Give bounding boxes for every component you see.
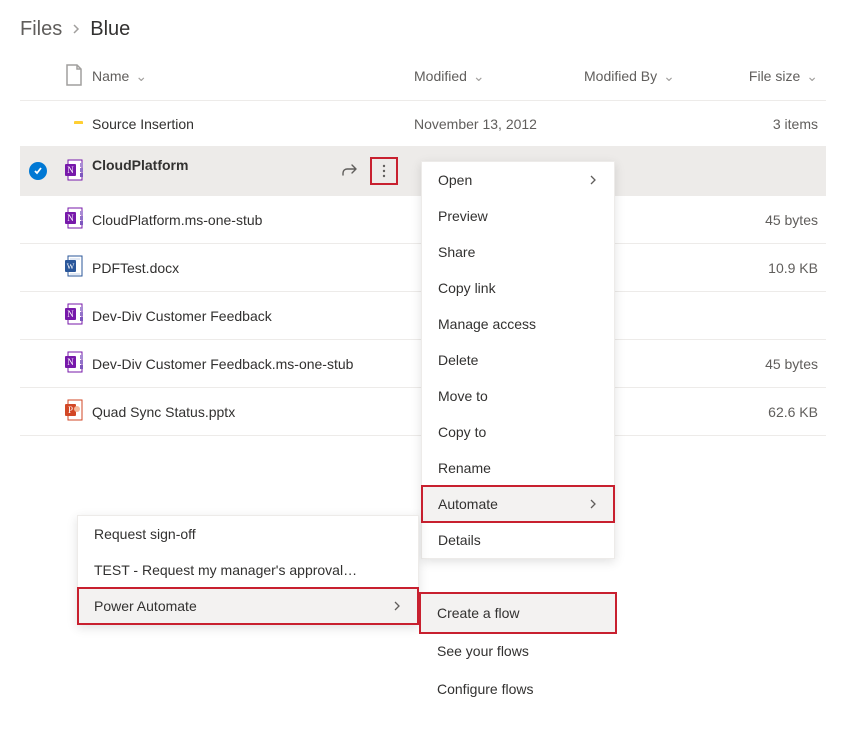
file-name[interactable]: Quad Sync Status.pptx <box>92 404 235 420</box>
menu-item-rename[interactable]: Rename <box>422 450 614 486</box>
file-size: 10.9 KB <box>768 260 818 276</box>
file-name[interactable]: CloudPlatform.ms-one-stub <box>92 212 262 228</box>
submenu-item-request-signoff[interactable]: Request sign-off <box>78 516 418 552</box>
file-name[interactable]: Dev-Div Customer Feedback <box>92 308 272 324</box>
file-size: 3 items <box>773 116 818 132</box>
svg-text:P: P <box>68 405 73 415</box>
svg-text:W: W <box>67 262 75 271</box>
chevron-down-icon: ⌄ <box>806 68 818 84</box>
table-row[interactable]: Source Insertion November 13, 2012 3 items <box>20 101 826 147</box>
file-size: 45 bytes <box>765 356 818 372</box>
menu-item-moveto[interactable]: Move to <box>422 378 614 414</box>
column-header-size[interactable]: File size⌄ <box>726 49 826 101</box>
power-automate-submenu: Create a flow See your flows Configure f… <box>421 594 615 708</box>
chevron-down-icon: ⌄ <box>473 68 485 84</box>
context-menu: Open Preview Share Copy link Manage acce… <box>421 161 615 559</box>
breadcrumb-root[interactable]: Files <box>20 18 62 41</box>
menu-item-details[interactable]: Details <box>422 522 614 558</box>
svg-text:N: N <box>67 165 74 175</box>
file-name[interactable]: Source Insertion <box>92 116 194 132</box>
submenu-item-see-flows[interactable]: See your flows <box>421 632 615 670</box>
file-size: 62.6 KB <box>768 404 818 420</box>
onenote-icon: N <box>64 206 84 230</box>
svg-text:N: N <box>67 357 74 367</box>
column-header-name[interactable]: Name⌄ <box>92 49 406 101</box>
file-name[interactable]: Dev-Div Customer Feedback.ms-one-stub <box>92 356 353 372</box>
chevron-right-icon <box>70 18 82 41</box>
column-header-filetype[interactable] <box>56 49 92 101</box>
more-actions-icon[interactable] <box>370 157 398 185</box>
file-name[interactable]: CloudPlatform <box>92 157 188 173</box>
onenote-icon: N <box>64 302 84 326</box>
submenu-item-create-flow[interactable]: Create a flow <box>421 594 615 632</box>
menu-item-copylink[interactable]: Copy link <box>422 270 614 306</box>
share-icon[interactable] <box>336 157 364 185</box>
file-modified: November 13, 2012 <box>414 116 537 132</box>
submenu-item-configure-flows[interactable]: Configure flows <box>421 670 615 708</box>
onenote-icon: N <box>64 158 84 182</box>
chevron-right-icon <box>588 172 598 188</box>
automate-submenu: Request sign-off TEST - Request my manag… <box>77 515 419 625</box>
svg-text:N: N <box>67 309 74 319</box>
powerpoint-icon: P <box>64 398 84 422</box>
menu-item-manageaccess[interactable]: Manage access <box>422 306 614 342</box>
submenu-item-power-automate[interactable]: Power Automate <box>78 588 418 624</box>
submenu-item-test-request[interactable]: TEST - Request my manager's approval… <box>78 552 418 588</box>
word-icon: W <box>64 254 84 278</box>
breadcrumb-current[interactable]: Blue <box>90 18 130 41</box>
menu-item-share[interactable]: Share <box>422 234 614 270</box>
file-name[interactable]: PDFTest.docx <box>92 260 179 276</box>
chevron-down-icon: ⌄ <box>135 68 147 84</box>
checkmark-icon[interactable] <box>29 162 47 180</box>
menu-item-open[interactable]: Open <box>422 162 614 198</box>
column-header-modified[interactable]: Modified⌄ <box>406 49 576 101</box>
chevron-right-icon <box>392 598 402 614</box>
svg-text:N: N <box>67 213 74 223</box>
menu-item-automate[interactable]: Automate <box>422 486 614 522</box>
file-size: 45 bytes <box>765 212 818 228</box>
breadcrumb: Files Blue <box>0 0 846 49</box>
menu-item-preview[interactable]: Preview <box>422 198 614 234</box>
column-header-modifiedby[interactable]: Modified By⌄ <box>576 49 726 101</box>
chevron-right-icon <box>588 496 598 512</box>
chevron-down-icon: ⌄ <box>663 68 675 84</box>
onenote-icon: N <box>64 350 84 374</box>
menu-item-delete[interactable]: Delete <box>422 342 614 378</box>
menu-item-copyto[interactable]: Copy to <box>422 414 614 450</box>
